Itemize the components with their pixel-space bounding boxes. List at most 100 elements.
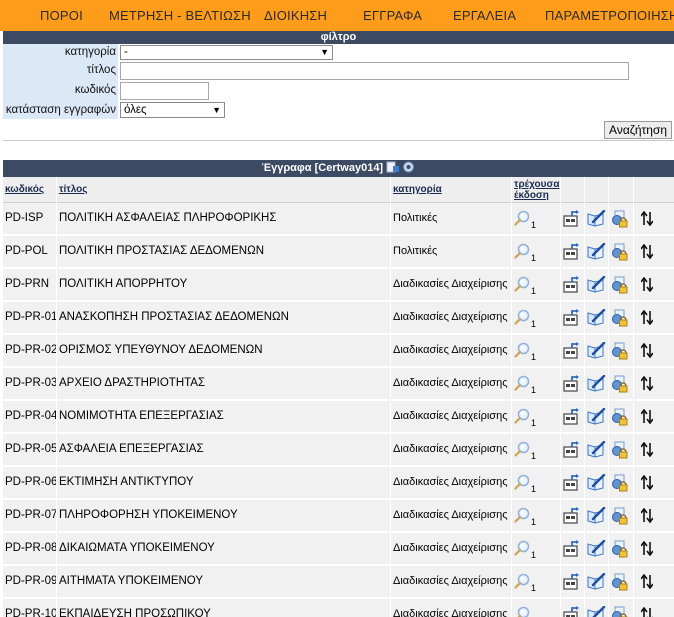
settings-icon[interactable] bbox=[402, 161, 415, 173]
row-code[interactable]: PD-PR-04 bbox=[5, 401, 57, 432]
row-title[interactable]: ΑΣΦΑΛΕΙΑ ΕΠΕΞΕΡΓΑΣΙΑΣ bbox=[59, 434, 204, 465]
row-title[interactable]: ΠΟΛΙΤΙΚΗ ΑΠΟΡΡΗΤΟΥ bbox=[59, 269, 187, 300]
edit-icon[interactable] bbox=[587, 606, 606, 617]
row-code[interactable]: PD-PR-10 bbox=[5, 599, 57, 617]
add-document-icon[interactable] bbox=[386, 161, 400, 173]
lock-icon[interactable] bbox=[611, 408, 629, 426]
lock-icon[interactable] bbox=[611, 309, 629, 327]
row-title[interactable]: ΠΛΗΡΟΦΟΡΗΣΗ ΥΠΟΚΕΙΜΕΝΟΥ bbox=[59, 500, 238, 531]
lock-icon[interactable] bbox=[611, 507, 629, 525]
edit-icon[interactable] bbox=[587, 276, 606, 293]
export-icon[interactable] bbox=[563, 606, 580, 617]
table-row[interactable]: PD-PR-01 ΑΝΑΣΚΟΠΗΣΗ ΠΡΟΣΤΑΣΙΑΣ ΔΕΔΟΜΕΝΩΝ… bbox=[3, 302, 674, 335]
view-version-button[interactable]: 1 bbox=[514, 573, 544, 593]
edit-icon[interactable] bbox=[587, 210, 606, 227]
lock-icon[interactable] bbox=[611, 276, 629, 294]
menu-item-tools[interactable]: ΕΡΓΑΛΕΙΑ bbox=[453, 8, 516, 23]
row-code[interactable]: PD-PR-03 bbox=[5, 368, 57, 399]
export-icon[interactable] bbox=[563, 573, 580, 590]
sort-arrows-icon[interactable] bbox=[641, 475, 653, 490]
sort-arrows-icon[interactable] bbox=[641, 607, 653, 617]
table-row[interactable]: PD-PR-03 ΑΡΧΕΙΟ ΔΡΑΣΤΗΡΙΟΤΗΤΑΣ Διαδικασί… bbox=[3, 368, 674, 401]
column-header-category[interactable]: κατηγορία bbox=[393, 177, 442, 203]
code-input[interactable] bbox=[120, 82, 209, 100]
row-code[interactable]: PD-PRN bbox=[5, 269, 49, 300]
row-title[interactable]: ΠΟΛΙΤΙΚΗ ΠΡΟΣΤΑΣΙΑΣ ΔΕΔΟΜΕΝΩΝ bbox=[59, 236, 264, 267]
sort-arrows-icon[interactable] bbox=[641, 574, 653, 589]
edit-icon[interactable] bbox=[587, 375, 606, 392]
menu-item-resources[interactable]: ΠΟΡΟΙ bbox=[40, 8, 83, 23]
view-version-button[interactable]: 1 bbox=[514, 408, 544, 428]
view-version-button[interactable]: 1 bbox=[514, 309, 544, 329]
sort-arrows-icon[interactable] bbox=[641, 310, 653, 325]
export-icon[interactable] bbox=[563, 441, 580, 458]
row-title[interactable]: ΑΡΧΕΙΟ ΔΡΑΣΤΗΡΙΟΤΗΤΑΣ bbox=[59, 368, 205, 399]
row-code[interactable]: PD-POL bbox=[5, 236, 48, 267]
row-title[interactable]: ΕΚΤΙΜΗΣΗ ΑΝΤΙΚΤΥΠΟΥ bbox=[59, 467, 194, 498]
sort-arrows-icon[interactable] bbox=[641, 343, 653, 358]
table-row[interactable]: PD-PR-08 ΔΙΚΑΙΩΜΑΤΑ ΥΠΟΚΕΙΜΕΝΟΥ Διαδικασ… bbox=[3, 533, 674, 566]
column-header-title[interactable]: τίτλος bbox=[59, 177, 87, 203]
lock-icon[interactable] bbox=[611, 606, 629, 617]
table-row[interactable]: PD-PR-02 ΟΡΙΣΜΟΣ ΥΠΕΥΘΥΝΟΥ ΔΕΔΟΜΕΝΩΝ Δια… bbox=[3, 335, 674, 368]
row-code[interactable]: PD-ISP bbox=[5, 203, 43, 234]
row-title[interactable]: ΠΟΛΙΤΙΚΗ ΑΣΦΑΛΕΙΑΣ ΠΛΗΡΟΦΟΡΙΚΗΣ bbox=[59, 203, 276, 234]
table-row[interactable]: PD-PR-04 ΝΟΜΙΜΟΤΗΤΑ ΕΠΕΞΕΡΓΑΣΙΑΣ Διαδικα… bbox=[3, 401, 674, 434]
row-title[interactable]: ΟΡΙΣΜΟΣ ΥΠΕΥΘΥΝΟΥ ΔΕΔΟΜΕΝΩΝ bbox=[59, 335, 263, 366]
lock-icon[interactable] bbox=[611, 342, 629, 360]
export-icon[interactable] bbox=[563, 243, 580, 260]
menu-item-measurement[interactable]: ΜΕΤΡΗΣΗ - ΒΕΛΤΙΩΣΗ bbox=[109, 8, 251, 23]
sort-arrows-icon[interactable] bbox=[641, 508, 653, 523]
row-code[interactable]: PD-PR-08 bbox=[5, 533, 57, 564]
export-icon[interactable] bbox=[563, 540, 580, 557]
menu-item-management[interactable]: ΔΙΟΙΚΗΣΗ bbox=[264, 8, 327, 23]
row-title[interactable]: ΝΟΜΙΜΟΤΗΤΑ ΕΠΕΞΕΡΓΑΣΙΑΣ bbox=[59, 401, 224, 432]
table-row[interactable]: PD-POL ΠΟΛΙΤΙΚΗ ΠΡΟΣΤΑΣΙΑΣ ΔΕΔΟΜΕΝΩΝ Πολ… bbox=[3, 236, 674, 269]
export-icon[interactable] bbox=[563, 309, 580, 326]
row-code[interactable]: PD-PR-09 bbox=[5, 566, 57, 597]
sort-arrows-icon[interactable] bbox=[641, 409, 653, 424]
column-header-code[interactable]: κωδικός bbox=[5, 177, 44, 203]
row-code[interactable]: PD-PR-07 bbox=[5, 500, 57, 531]
sort-arrows-icon[interactable] bbox=[641, 442, 653, 457]
edit-icon[interactable] bbox=[587, 474, 606, 491]
edit-icon[interactable] bbox=[587, 243, 606, 260]
lock-icon[interactable] bbox=[611, 573, 629, 591]
edit-icon[interactable] bbox=[587, 540, 606, 557]
edit-icon[interactable] bbox=[587, 408, 606, 425]
view-version-button[interactable]: 1 bbox=[514, 210, 544, 230]
edit-icon[interactable] bbox=[587, 573, 606, 590]
title-input[interactable] bbox=[120, 62, 629, 80]
status-select[interactable]: όλες ▼ bbox=[120, 102, 225, 118]
view-version-button[interactable]: 1 bbox=[514, 606, 544, 617]
search-button[interactable]: Αναζήτηση bbox=[604, 121, 672, 139]
lock-icon[interactable] bbox=[611, 441, 629, 459]
edit-icon[interactable] bbox=[587, 342, 606, 359]
export-icon[interactable] bbox=[563, 210, 580, 227]
view-version-button[interactable]: 1 bbox=[514, 507, 544, 527]
sort-arrows-icon[interactable] bbox=[641, 244, 653, 259]
lock-icon[interactable] bbox=[611, 210, 629, 228]
view-version-button[interactable]: 1 bbox=[514, 375, 544, 395]
table-row[interactable]: PD-PR-09 ΑΙΤΗΜΑΤΑ ΥΠΟΚΕΙΜΕΝΟΥ Διαδικασίε… bbox=[3, 566, 674, 599]
table-row[interactable]: PD-ISP ΠΟΛΙΤΙΚΗ ΑΣΦΑΛΕΙΑΣ ΠΛΗΡΟΦΟΡΙΚΗΣ Π… bbox=[3, 203, 674, 236]
edit-icon[interactable] bbox=[587, 441, 606, 458]
edit-icon[interactable] bbox=[587, 507, 606, 524]
export-icon[interactable] bbox=[563, 342, 580, 359]
table-row[interactable]: PD-PR-07 ΠΛΗΡΟΦΟΡΗΣΗ ΥΠΟΚΕΙΜΕΝΟΥ Διαδικα… bbox=[3, 500, 674, 533]
sort-arrows-icon[interactable] bbox=[641, 277, 653, 292]
menu-item-settings[interactable]: ΠΑΡΑΜΕΤΡΟΠΟΙΗΣΗ bbox=[545, 8, 674, 23]
export-icon[interactable] bbox=[563, 507, 580, 524]
export-icon[interactable] bbox=[563, 276, 580, 293]
row-title[interactable]: ΔΙΚΑΙΩΜΑΤΑ ΥΠΟΚΕΙΜΕΝΟΥ bbox=[59, 533, 215, 564]
category-select[interactable]: - ▼ bbox=[120, 45, 333, 60]
row-code[interactable]: PD-PR-02 bbox=[5, 335, 57, 366]
export-icon[interactable] bbox=[563, 474, 580, 491]
view-version-button[interactable]: 1 bbox=[514, 243, 544, 263]
export-icon[interactable] bbox=[563, 375, 580, 392]
row-code[interactable]: PD-PR-06 bbox=[5, 467, 57, 498]
view-version-button[interactable]: 1 bbox=[514, 474, 544, 494]
sort-arrows-icon[interactable] bbox=[641, 541, 653, 556]
table-row[interactable]: PD-PRN ΠΟΛΙΤΙΚΗ ΑΠΟΡΡΗΤΟΥ Διαδικασίες Δι… bbox=[3, 269, 674, 302]
sort-arrows-icon[interactable] bbox=[641, 211, 653, 226]
